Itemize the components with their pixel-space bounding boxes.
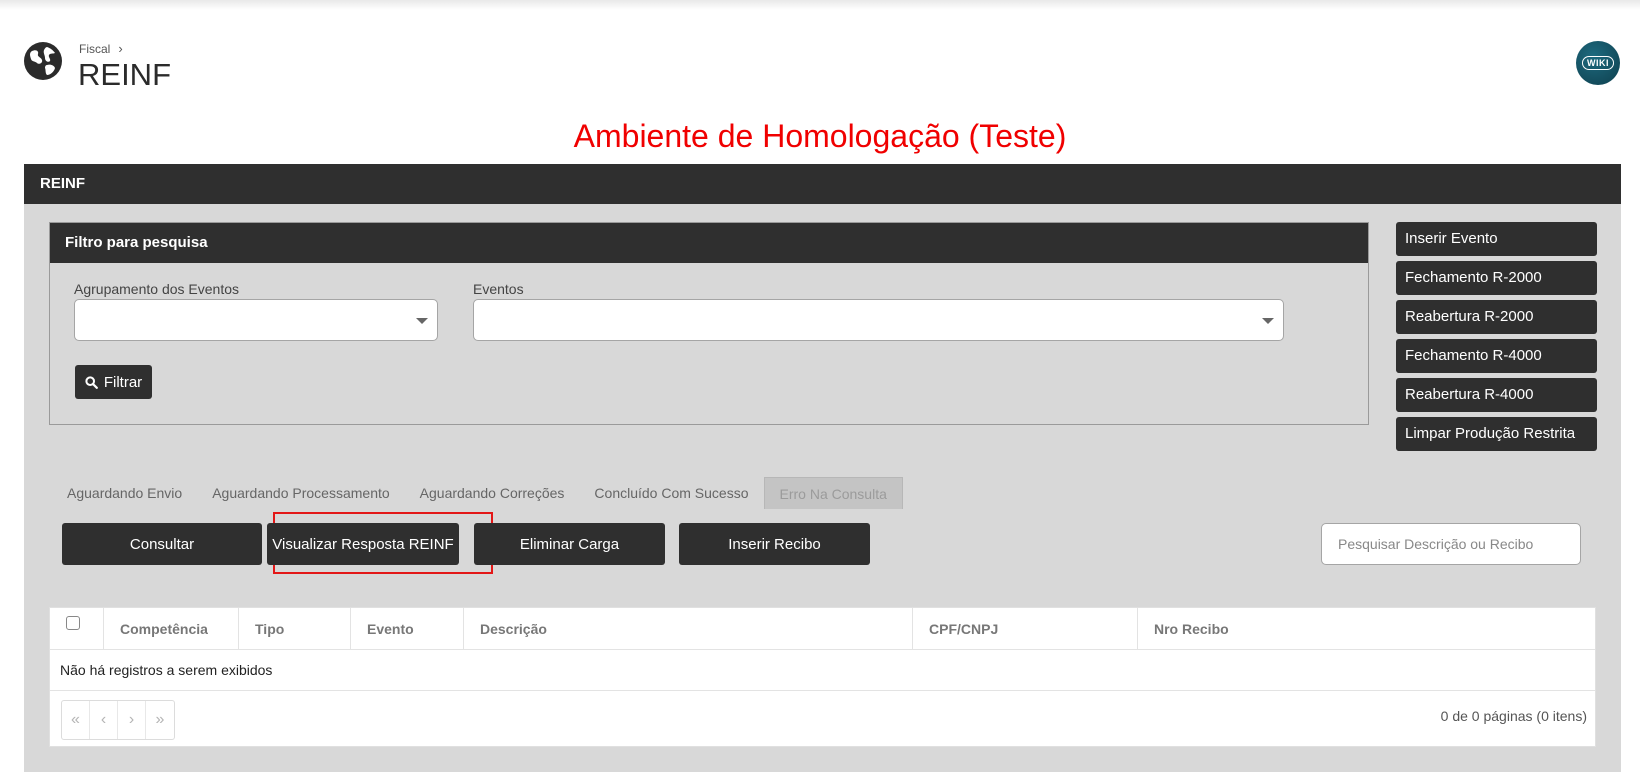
filter-button-label: Filtrar [103, 373, 143, 391]
insert-event-button[interactable]: Inserir Evento [1396, 222, 1597, 256]
empty-message: Não há registros a serem exibidos [50, 650, 1595, 691]
col-descricao[interactable]: Descrição [463, 608, 912, 650]
wiki-button[interactable]: WIKI [1576, 41, 1620, 85]
grid-header: Competência Tipo Evento Descrição CPF/CN… [50, 608, 1595, 650]
panel-title: REINF [24, 164, 1621, 204]
eliminar-carga-button[interactable]: Eliminar Carga [474, 523, 665, 565]
tab-aguardando-envio[interactable]: Aguardando Envio [52, 477, 197, 509]
page-title: REINF [78, 57, 171, 92]
col-nro-recibo[interactable]: Nro Recibo [1137, 608, 1595, 650]
col-competencia[interactable]: Competência [103, 608, 238, 650]
view-reinf-response-button[interactable]: Visualizar Resposta REINF [267, 523, 459, 565]
wiki-icon: WIKI [1582, 56, 1614, 70]
next-page-icon[interactable]: › [118, 701, 146, 739]
col-cpf-cnpj[interactable]: CPF/CNPJ [912, 608, 1137, 650]
tab-aguardando-correcoes[interactable]: Aguardando Correções [405, 477, 580, 509]
clear-restricted-production-button[interactable]: Limpar Produção Restrita [1396, 417, 1597, 451]
group-label: Agrupamento dos Eventos [74, 281, 239, 297]
tab-erro-na-consulta[interactable]: Erro Na Consulta [763, 477, 903, 509]
reopen-r4000-button[interactable]: Reabertura R-4000 [1396, 378, 1597, 412]
consultar-button[interactable]: Consultar [62, 523, 262, 565]
events-select[interactable] [473, 299, 1284, 341]
filter-title: Filtro para pesquisa [50, 223, 1368, 263]
reinf-panel: REINF Filtro para pesquisa Agrupamento d… [24, 164, 1621, 772]
select-all-cell [50, 608, 103, 650]
chevron-down-icon [416, 318, 428, 324]
select-all-checkbox[interactable] [66, 616, 80, 630]
reopen-r2000-button[interactable]: Reabertura R-2000 [1396, 300, 1597, 334]
pager-info: 0 de 0 páginas (0 itens) [1440, 708, 1587, 724]
chevron-down-icon [1262, 318, 1274, 324]
filter-box: Filtro para pesquisa Agrupamento dos Eve… [49, 222, 1369, 425]
close-r2000-button[interactable]: Fechamento R-2000 [1396, 261, 1597, 295]
chevron-right-icon: › [118, 41, 123, 56]
search-input[interactable] [1322, 524, 1580, 564]
inserir-recibo-button[interactable]: Inserir Recibo [679, 523, 870, 565]
pager: « ‹ › » [61, 700, 175, 740]
col-evento[interactable]: Evento [350, 608, 463, 650]
events-grid: Competência Tipo Evento Descrição CPF/CN… [49, 607, 1596, 747]
breadcrumb-fiscal[interactable]: Fiscal [79, 42, 110, 56]
events-label: Eventos [473, 281, 524, 297]
col-tipo[interactable]: Tipo [238, 608, 350, 650]
search-icon [85, 375, 98, 389]
tab-aguardando-processamento[interactable]: Aguardando Processamento [197, 477, 404, 509]
tab-concluido-com-sucesso[interactable]: Concluído Com Sucesso [579, 477, 763, 509]
close-r4000-button[interactable]: Fechamento R-4000 [1396, 339, 1597, 373]
prev-page-icon[interactable]: ‹ [90, 701, 118, 739]
filter-button[interactable]: Filtrar [75, 365, 152, 399]
globe-icon [24, 42, 62, 80]
breadcrumb: Fiscal › [79, 41, 123, 56]
group-select[interactable] [74, 299, 438, 341]
first-page-icon[interactable]: « [62, 701, 90, 739]
top-shadow [0, 0, 1640, 10]
status-tabs: Aguardando Envio Aguardando Processament… [52, 477, 903, 509]
side-actions: Inserir Evento Fechamento R-2000 Reabert… [1396, 222, 1597, 456]
search-field[interactable] [1321, 523, 1581, 565]
environment-banner: Ambiente de Homologação (Teste) [573, 118, 1067, 154]
last-page-icon[interactable]: » [146, 701, 174, 739]
